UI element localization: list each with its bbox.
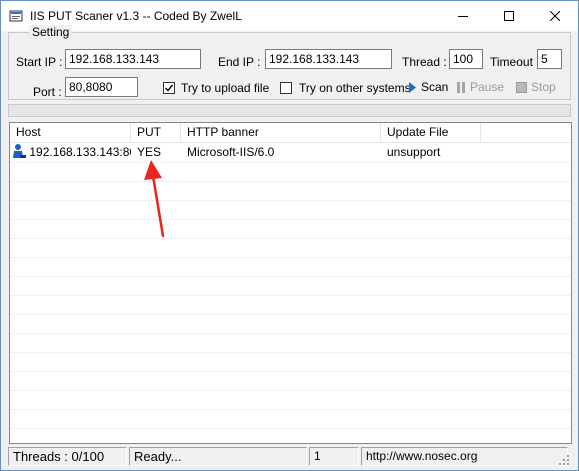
row-gridline [10, 371, 571, 372]
row-gridline [10, 428, 571, 429]
column-filler [481, 123, 571, 142]
window-title: IIS PUT Scaner v1.3 -- Coded By ZwelL [30, 9, 242, 23]
upload-checkbox[interactable] [163, 82, 175, 94]
thread-label: Thread : [402, 55, 447, 69]
status-bar: Threads : 0/100 Ready... 1 http://www.no… [8, 447, 571, 467]
table-row[interactable]: 192.168.133.143:80 YES Microsoft-IIS/6.0… [10, 143, 571, 162]
state-status: Ready... [129, 447, 307, 466]
progress-bar [8, 104, 571, 117]
minimize-icon [458, 16, 468, 17]
scan-label: Scan [421, 80, 449, 94]
checkmark-icon [165, 84, 174, 92]
row-gridline [10, 409, 571, 410]
start-ip-label: Start IP : [16, 55, 63, 69]
pause-icon [457, 81, 465, 93]
row-gridline [10, 276, 571, 277]
row-gridline [10, 295, 571, 296]
pause-button[interactable]: Pause [456, 79, 504, 95]
thread-input[interactable]: 100 [449, 49, 483, 69]
results-list[interactable]: Host PUT HTTP banner Update File 192.168… [9, 122, 572, 444]
app-window: IIS PUT Scaner v1.3 -- Coded By ZwelL Se… [0, 0, 579, 471]
close-icon [550, 11, 560, 21]
row-gridline [10, 257, 571, 258]
end-ip-input[interactable]: 192.168.133.143 [265, 49, 392, 69]
scan-button[interactable]: Scan [408, 79, 448, 95]
row-gridline [10, 162, 571, 163]
banner-cell: Microsoft-IIS/6.0 [187, 145, 275, 159]
column-http-banner[interactable]: HTTP banner [181, 123, 381, 142]
column-put[interactable]: PUT [131, 123, 181, 142]
minimize-button[interactable] [440, 1, 486, 31]
row-gridline [10, 181, 571, 182]
setting-group: Setting Start IP : 192.168.133.143 End I… [8, 25, 571, 100]
timeout-input[interactable]: 5 [537, 49, 562, 69]
row-gridline [10, 390, 571, 391]
column-update-file[interactable]: Update File [381, 123, 481, 142]
maximize-button[interactable] [486, 1, 532, 31]
end-ip-label: End IP : [218, 55, 261, 69]
host-value: 192.168.133.143:80 [29, 145, 131, 159]
stop-button[interactable]: Stop [516, 79, 556, 95]
maximize-icon [504, 11, 514, 21]
stop-icon [516, 81, 527, 93]
upload-checkbox-label[interactable]: Try to upload file [181, 81, 269, 95]
setting-legend: Setting [29, 25, 73, 39]
title-bar[interactable]: IIS PUT Scaner v1.3 -- Coded By ZwelL [1, 1, 578, 31]
resize-grip-icon[interactable] [559, 455, 569, 465]
row-gridline [10, 219, 571, 220]
start-ip-input[interactable]: 192.168.133.143 [65, 49, 201, 69]
column-host[interactable]: Host [10, 123, 131, 142]
row-gridline [10, 352, 571, 353]
other-systems-label[interactable]: Try on other systems [299, 81, 411, 95]
update-file-cell: unsupport [387, 145, 441, 159]
row-gridline [10, 200, 571, 201]
row-gridline [10, 333, 571, 334]
url-status: http://www.nosec.org [361, 447, 568, 466]
row-gridline [10, 238, 571, 239]
results-header: Host PUT HTTP banner Update File [10, 123, 571, 143]
user-icon [13, 144, 26, 158]
host-cell: 192.168.133.143:80 [10, 143, 131, 162]
threads-status: Threads : 0/100 [8, 447, 127, 466]
port-label: Port : [33, 85, 62, 99]
port-input[interactable]: 80,8080 [65, 77, 138, 97]
put-cell: YES [137, 145, 162, 159]
other-systems-checkbox[interactable] [280, 82, 292, 94]
pause-label: Pause [470, 80, 505, 94]
row-gridline [10, 314, 571, 315]
app-icon [9, 9, 23, 23]
stop-label: Stop [531, 80, 556, 94]
count-status: 1 [309, 447, 359, 466]
close-button[interactable] [532, 1, 578, 31]
timeout-label: Timeout : [490, 55, 540, 69]
play-icon [409, 81, 416, 93]
